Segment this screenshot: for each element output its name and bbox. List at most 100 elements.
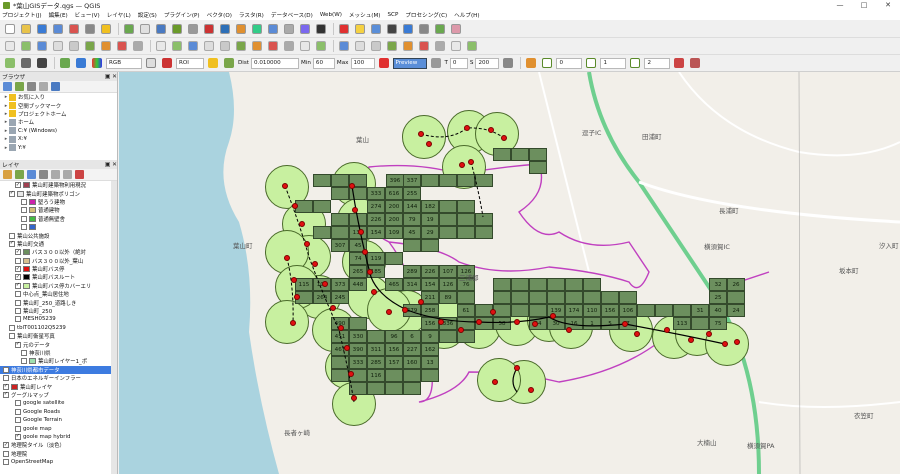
edit-toggle-icon[interactable]: [154, 39, 168, 53]
layer-item[interactable]: ✓ 地理院タイル（淡色）: [0, 441, 117, 449]
rgb-icon[interactable]: [90, 56, 104, 70]
menu-item[interactable]: SCP: [387, 12, 398, 18]
layers-scrollbar[interactable]: [111, 181, 117, 474]
deselect-icon[interactable]: [385, 22, 399, 36]
new-geopackage-icon[interactable]: [131, 39, 145, 53]
map-canvas[interactable]: 3963373336162552742001441822262007919139…: [119, 72, 900, 474]
preview-redo-icon[interactable]: [429, 56, 443, 70]
filter-icon[interactable]: [27, 82, 36, 91]
menu-item[interactable]: 編集(E): [49, 11, 68, 19]
close-button[interactable]: ✕: [876, 0, 900, 10]
save-as-icon[interactable]: [51, 22, 65, 36]
menu-item[interactable]: プロジェクト(J): [2, 11, 42, 19]
rotate-label-icon[interactable]: [401, 39, 415, 53]
layout-manager-icon[interactable]: [83, 22, 97, 36]
zoom-layer-icon[interactable]: [218, 22, 232, 36]
layer-checkbox[interactable]: [15, 316, 21, 323]
digitize-icon[interactable]: [186, 39, 200, 53]
zoom-last-icon[interactable]: [250, 22, 264, 36]
layer-item[interactable]: ✓ 葉山町バス停: [0, 265, 117, 273]
export-icon[interactable]: [672, 56, 686, 70]
add-postgis-icon[interactable]: [83, 39, 97, 53]
browser-item[interactable]: ▸ C:¥ (Windows): [0, 127, 117, 135]
add-roi-icon[interactable]: [206, 56, 220, 70]
label-icon[interactable]: [337, 39, 351, 53]
pan-selection-icon[interactable]: [138, 22, 152, 36]
layer-checkbox[interactable]: [3, 375, 9, 382]
temp-raster-icon[interactable]: [501, 56, 515, 70]
layer-checkbox[interactable]: [15, 291, 21, 298]
layer-item[interactable]: 普通無壁舎: [0, 215, 117, 223]
roi-button[interactable]: ROI: [176, 57, 204, 69]
menu-item[interactable]: ラスタ(R): [239, 11, 264, 19]
band-input-1[interactable]: 0: [556, 57, 583, 69]
layer-checkbox[interactable]: ✓: [3, 391, 9, 398]
browser-item[interactable]: ▸ お気に入り: [0, 93, 117, 101]
layer-checkbox[interactable]: ✓: [15, 274, 21, 281]
info-icon[interactable]: [51, 82, 60, 91]
menu-item[interactable]: プラグイン(P): [164, 11, 200, 19]
menu-item[interactable]: Web(W): [320, 12, 342, 18]
add-csv-icon[interactable]: [51, 39, 65, 53]
browser-item[interactable]: ▸ ホーム: [0, 118, 117, 126]
layer-checkbox[interactable]: ✓: [15, 341, 21, 348]
layer-checkbox[interactable]: [9, 232, 15, 239]
band-icon-2[interactable]: [584, 56, 598, 70]
band-input-2[interactable]: 1: [600, 57, 627, 69]
layer-checkbox[interactable]: [15, 400, 21, 407]
zoom-out-icon[interactable]: [170, 22, 184, 36]
layer-item[interactable]: [0, 223, 117, 231]
save-edits-icon[interactable]: [170, 39, 184, 53]
layer-item[interactable]: 葉山町レイヤー1_ポ: [0, 357, 117, 365]
change-label-icon[interactable]: [417, 39, 431, 53]
identify-icon[interactable]: [353, 22, 367, 36]
undo-icon[interactable]: [298, 39, 312, 53]
filter-icon[interactable]: [39, 170, 48, 179]
menu-item[interactable]: ベクタ(O): [207, 11, 232, 19]
layer-checkbox[interactable]: ✓: [9, 190, 15, 197]
redo-roi-icon[interactable]: [222, 56, 236, 70]
open-project-icon[interactable]: [19, 22, 33, 36]
add-raster-icon[interactable]: [35, 39, 49, 53]
layer-checkbox[interactable]: ✓: [15, 182, 21, 189]
scp-dock-icon[interactable]: [58, 56, 72, 70]
roi-pointer-icon[interactable]: [160, 56, 174, 70]
menu-item[interactable]: ヘルプ(H): [454, 11, 479, 19]
layer-item[interactable]: OpenStreetMap: [0, 458, 117, 466]
pin-label-icon[interactable]: [353, 39, 367, 53]
layer-checkbox[interactable]: [15, 417, 21, 424]
zoom-native-icon[interactable]: [234, 22, 248, 36]
browser-item[interactable]: ▸ X:¥: [0, 135, 117, 143]
raster-calc-icon[interactable]: [19, 56, 33, 70]
delete-selected-icon[interactable]: [234, 39, 248, 53]
layer-checkbox[interactable]: ✓: [3, 383, 9, 390]
layer-item[interactable]: goole map: [0, 424, 117, 432]
show-hide-labels-icon[interactable]: [369, 39, 383, 53]
layer-checkbox[interactable]: ✓: [15, 433, 21, 440]
layer-item[interactable]: ✓ 葉山町バス停カバーエリ: [0, 282, 117, 290]
layer-checkbox[interactable]: [15, 408, 21, 415]
layer-item[interactable]: 日本のエネルギーインフラー: [0, 374, 117, 382]
new-bookmark-icon[interactable]: [282, 22, 296, 36]
layer-item[interactable]: MESH05239: [0, 315, 117, 323]
print-layout-icon[interactable]: [67, 22, 81, 36]
collapse-icon[interactable]: [63, 170, 72, 179]
layer-checkbox[interactable]: [9, 333, 15, 340]
visibility-icon[interactable]: [27, 170, 36, 179]
panel-close-icon[interactable]: ▣ ✕: [105, 162, 117, 168]
pan-icon[interactable]: [122, 22, 136, 36]
layer-checkbox[interactable]: ✓: [15, 282, 21, 289]
layer-checkbox[interactable]: [15, 425, 21, 432]
paste-icon[interactable]: [282, 39, 296, 53]
layer-item[interactable]: 葉山町衛星写真: [0, 332, 117, 340]
refresh-icon[interactable]: [3, 82, 12, 91]
layer-item[interactable]: 葉山町_250_道路しき: [0, 298, 117, 307]
add-wms-icon[interactable]: [99, 39, 113, 53]
statistics-icon[interactable]: [417, 22, 431, 36]
layer-checkbox[interactable]: ✓: [15, 266, 21, 273]
cut-icon[interactable]: [250, 39, 264, 53]
refresh-icon[interactable]: [314, 22, 328, 36]
max-input[interactable]: 100: [350, 57, 375, 69]
layer-checkbox[interactable]: [21, 198, 27, 205]
add-vector-icon[interactable]: [19, 39, 33, 53]
